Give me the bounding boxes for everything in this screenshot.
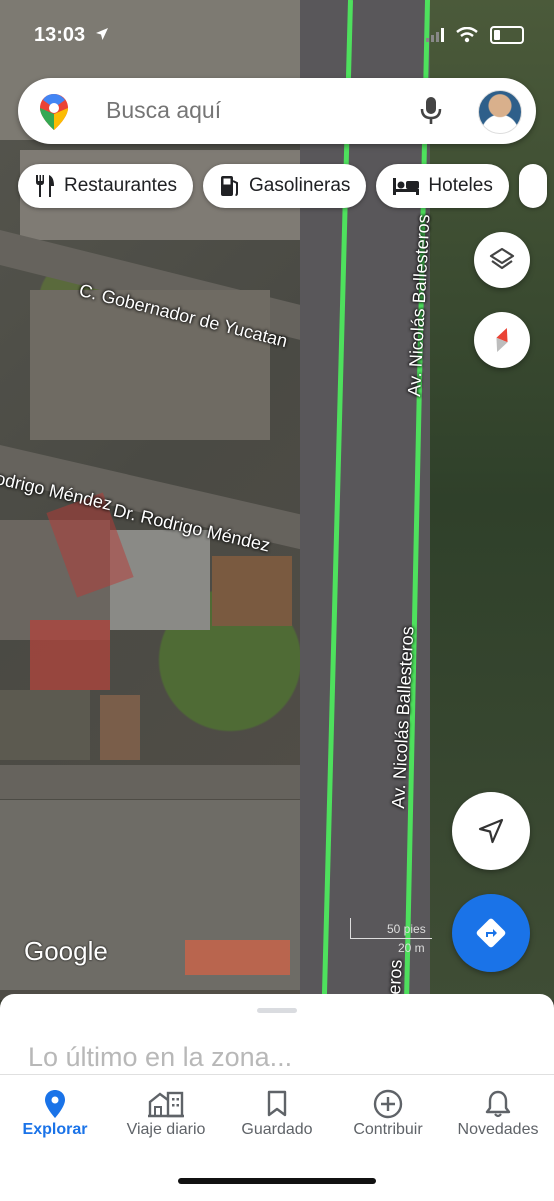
google-attribution: Google xyxy=(24,936,108,966)
clock: 13:03 xyxy=(34,24,109,47)
sheet-handle[interactable] xyxy=(257,1008,297,1013)
chip-gasolineras[interactable]: Gasolineras xyxy=(203,164,367,208)
bottom-sheet[interactable]: Lo último en la zona... xyxy=(0,994,554,1076)
chip-label: Gasolineras xyxy=(249,175,351,196)
fork-knife-icon xyxy=(36,175,54,197)
search-input[interactable] xyxy=(104,96,408,125)
location-pin-icon xyxy=(45,1090,65,1118)
chip-more[interactable] xyxy=(518,164,547,208)
commute-icon xyxy=(148,1091,184,1118)
map-scale: 50 pies 20 m xyxy=(350,918,432,955)
chip-label: Restaurantes xyxy=(64,175,178,196)
nav-viaje-diario[interactable]: Viaje diario xyxy=(111,1087,221,1139)
location-arrow-icon xyxy=(95,28,108,40)
chip-hoteles[interactable]: Hoteles xyxy=(376,164,509,208)
bell-icon xyxy=(485,1090,511,1118)
my-location-button[interactable] xyxy=(452,792,530,870)
battery-icon xyxy=(490,26,524,44)
sheet-title: Lo último en la zona... xyxy=(28,1042,293,1072)
bookmark-icon xyxy=(267,1090,287,1117)
bed-icon xyxy=(393,178,420,195)
clock-time: 13:03 xyxy=(34,24,86,46)
nav-label: Guardado xyxy=(241,1121,313,1138)
directions-button[interactable] xyxy=(452,894,530,972)
layers-button[interactable] xyxy=(474,232,530,288)
nav-label: Contribuir xyxy=(353,1121,423,1138)
add-circle-icon xyxy=(373,1089,403,1119)
nav-label: Novedades xyxy=(457,1121,539,1138)
google-maps-logo-icon xyxy=(40,94,68,130)
status-bar: 13:03 xyxy=(0,0,554,60)
scale-feet: 50 pies xyxy=(350,918,432,939)
wifi-icon xyxy=(456,27,478,43)
microphone-icon[interactable] xyxy=(420,96,442,126)
gas-station-icon xyxy=(221,176,239,196)
compass-button[interactable] xyxy=(474,312,530,368)
nav-novedades[interactable]: Novedades xyxy=(443,1087,553,1139)
category-chips: Restaurantes Gasolineras Hoteles xyxy=(18,164,547,208)
nav-label: Explorar xyxy=(22,1121,88,1138)
nav-guardado[interactable]: Guardado xyxy=(222,1087,332,1139)
navigation-arrow-icon xyxy=(478,818,504,844)
avatar[interactable] xyxy=(478,90,522,134)
scale-meters: 20 m xyxy=(398,941,425,955)
cellular-signal-icon xyxy=(426,28,444,42)
chip-restaurantes[interactable]: Restaurantes xyxy=(18,164,194,208)
nav-contribuir[interactable]: Contribuir xyxy=(333,1087,443,1139)
layers-icon xyxy=(489,247,515,270)
directions-icon xyxy=(476,918,506,948)
home-indicator xyxy=(178,1178,376,1184)
status-icons xyxy=(426,26,524,44)
compass-icon xyxy=(496,327,508,353)
nav-label: Viaje diario xyxy=(126,1121,206,1138)
search-bar[interactable] xyxy=(18,78,536,144)
street-label-ballesteros-bottom: eros xyxy=(384,959,406,996)
nav-explorar[interactable]: Explorar xyxy=(0,1087,110,1139)
chip-label: Hoteles xyxy=(428,175,493,196)
